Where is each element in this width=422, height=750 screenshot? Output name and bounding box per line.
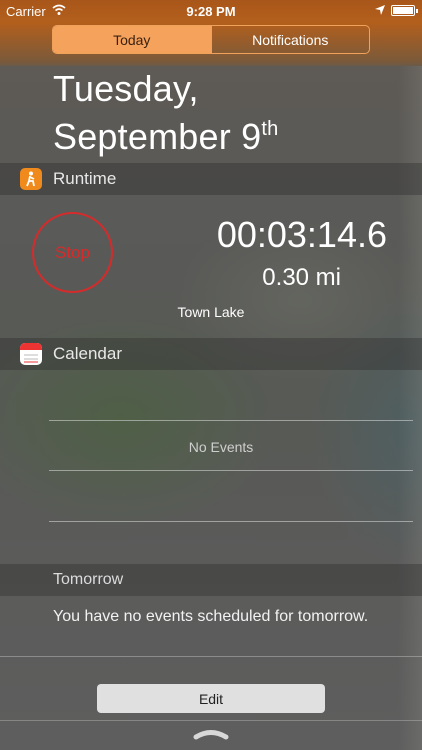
elapsed-time: 00:03:14.6 xyxy=(216,214,387,255)
calendar-widget-header[interactable]: Calendar xyxy=(0,338,422,370)
date-month-day-text: September 9 xyxy=(53,116,262,157)
edit-button[interactable]: Edit xyxy=(97,684,325,713)
runner-icon xyxy=(26,171,35,187)
distance-value: 0.30 mi xyxy=(262,264,341,291)
runtime-app-icon xyxy=(20,168,42,190)
calendar-divider xyxy=(49,521,413,522)
calendar-app-icon xyxy=(20,343,42,365)
tomorrow-title: Tomorrow xyxy=(53,571,124,588)
date-weekday: Tuesday, xyxy=(53,68,199,109)
runtime-widget-header[interactable]: Runtime xyxy=(0,163,422,195)
tomorrow-header: Tomorrow xyxy=(0,564,422,596)
status-bar: Carrier 9:28 PM xyxy=(0,0,422,22)
no-events-label: No Events xyxy=(188,439,254,455)
calendar-divider xyxy=(49,470,413,471)
calendar-divider xyxy=(49,420,413,421)
battery-icon xyxy=(391,5,418,16)
location-arrow-icon xyxy=(375,5,385,15)
date-heading: Tuesday, September 9th xyxy=(53,68,278,157)
calendar-grid-icon xyxy=(24,354,38,363)
calendar-title: Calendar xyxy=(53,344,122,363)
handle-divider xyxy=(0,720,422,721)
date-month-day: September 9th xyxy=(53,109,278,157)
section-divider xyxy=(0,656,422,657)
runtime-title: Runtime xyxy=(53,169,117,188)
run-location: Town Lake xyxy=(177,304,245,320)
tab-today[interactable]: Today xyxy=(53,26,211,53)
tomorrow-message: You have no events scheduled for tomorro… xyxy=(53,608,369,625)
grabber-handle-icon[interactable] xyxy=(193,726,229,740)
tab-notifications[interactable]: Notifications xyxy=(210,26,370,53)
date-ordinal: th xyxy=(261,118,279,140)
edge-shade xyxy=(398,0,422,750)
clock: 9:28 PM xyxy=(186,4,236,19)
stop-button[interactable]: Stop xyxy=(32,212,113,293)
view-switcher: Today Notifications xyxy=(52,25,370,54)
